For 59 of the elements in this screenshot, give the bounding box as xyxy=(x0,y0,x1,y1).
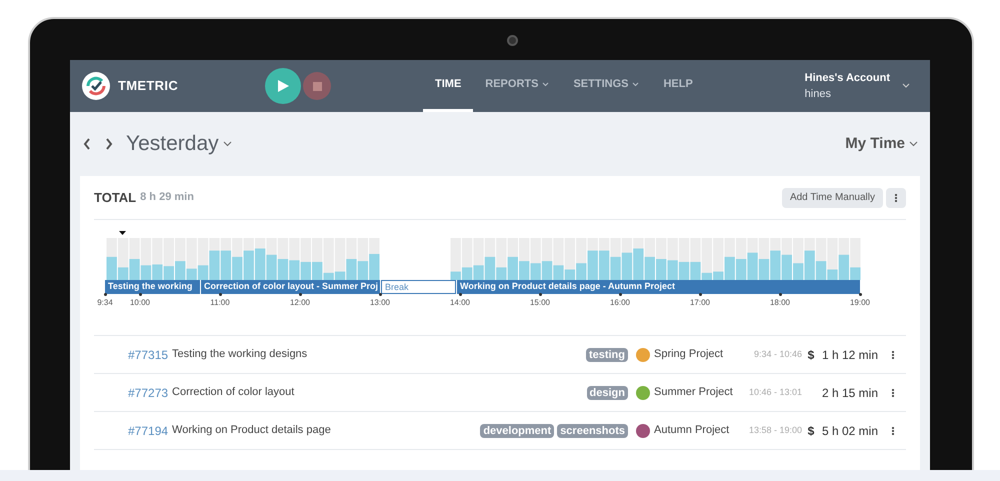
project-name[interactable]: Autumn Project xyxy=(654,422,738,439)
task-segment[interactable]: Correction of color layout - Summer Proj xyxy=(201,280,381,294)
view-dropdown[interactable]: My Time xyxy=(845,132,918,156)
duration: 2 h 15 min xyxy=(820,384,878,402)
tick-label: 15:00 xyxy=(528,297,552,309)
tag[interactable]: development xyxy=(480,424,554,438)
tick-label: 9:34 xyxy=(96,297,114,309)
previous-icon[interactable] xyxy=(82,137,92,151)
chevron-down-icon xyxy=(909,141,918,147)
tick-label: 16:00 xyxy=(608,297,632,309)
tick-label: 10:00 xyxy=(128,297,152,309)
project-name[interactable]: Summer Project xyxy=(654,384,738,401)
tick-label: 19:00 xyxy=(848,297,872,309)
nav-tab[interactable]: TIME xyxy=(423,60,474,112)
nav-tab[interactable]: SETTINGS xyxy=(561,60,652,112)
more-button[interactable] xyxy=(886,188,906,208)
time-range: 10:46 - 13:01 xyxy=(748,386,802,399)
task-id-link[interactable]: #77273 xyxy=(128,384,168,402)
tick-label: 12:00 xyxy=(288,297,312,309)
play-icon xyxy=(276,79,290,93)
account-name[interactable]: Hines's Account xyxy=(804,70,890,86)
add-time-button[interactable]: Add Time Manually xyxy=(782,188,883,208)
tick-label: 18:00 xyxy=(768,297,792,309)
project-name[interactable]: Spring Project xyxy=(654,346,738,363)
break-segment[interactable]: Break xyxy=(381,280,456,294)
task-segment[interactable]: Working on Product details page - Autumn Project xyxy=(457,280,861,294)
nav-tab[interactable]: REPORTS xyxy=(473,60,562,112)
billable-sign[interactable]: $ xyxy=(802,346,820,364)
chevron-down-icon[interactable] xyxy=(902,83,910,89)
task-id-link[interactable]: #77194 xyxy=(128,422,168,440)
tag[interactable]: screenshots xyxy=(557,424,628,438)
billable-sign[interactable]: $ xyxy=(802,422,820,440)
logo-icon xyxy=(82,72,110,100)
task-id-link[interactable]: #77315 xyxy=(128,346,168,364)
tag[interactable]: design xyxy=(586,386,628,400)
tag[interactable]: testing xyxy=(586,348,628,362)
user-name: hines xyxy=(804,87,832,102)
tick-label: 14:00 xyxy=(448,297,472,309)
tick-label: 13:00 xyxy=(368,297,392,309)
task-segment[interactable]: Testing the working xyxy=(105,280,201,294)
total-label: TOTAL xyxy=(94,188,136,207)
duration: 5 h 02 min xyxy=(820,422,878,440)
tick-label: 17:00 xyxy=(688,297,712,309)
marker-icon xyxy=(119,231,126,235)
task-title: Working on Product details page xyxy=(172,423,331,438)
start-timer-button[interactable] xyxy=(265,68,301,104)
task-title: Correction of color layout xyxy=(172,385,294,400)
nav-tab[interactable]: HELP xyxy=(651,60,705,112)
duration: 1 h 12 min xyxy=(820,346,878,364)
time-range: 9:34 - 10:46 xyxy=(752,348,802,361)
period-dropdown[interactable]: Yesterday xyxy=(126,128,232,160)
tick-label: 11:00 xyxy=(209,297,231,309)
time-range: 13:58 - 19:00 xyxy=(748,424,802,437)
chevron-down-icon xyxy=(222,141,232,147)
total-value: 8 h 29 min xyxy=(140,190,194,206)
next-icon[interactable] xyxy=(104,137,114,151)
logo-text: TMETRIC xyxy=(118,77,178,96)
stop-icon xyxy=(312,82,322,90)
task-title: Testing the working designs xyxy=(172,347,308,362)
